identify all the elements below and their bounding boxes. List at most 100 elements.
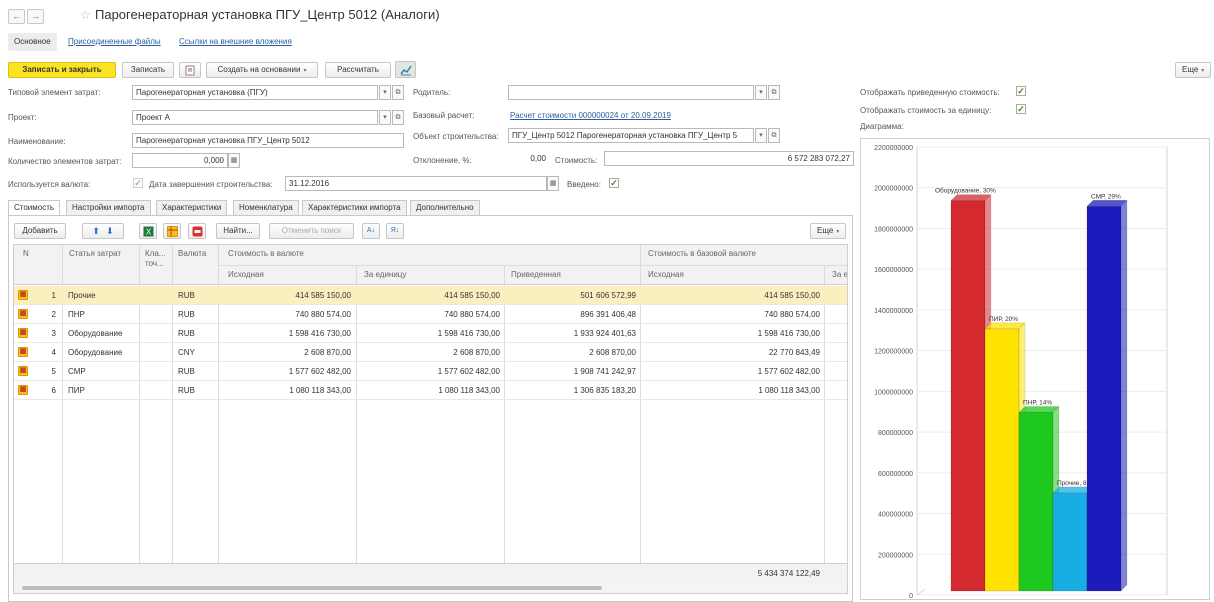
table-row[interactable]: ▦ 5 СМР RUB 1 577 602 482,00 1 577 602 4… <box>14 362 847 381</box>
chevron-down-icon[interactable]: ▾ <box>379 110 391 125</box>
completion-date-field[interactable]: 31.12.2016 <box>285 176 547 191</box>
data-label: СМР, 29% <box>1091 193 1121 200</box>
open-link-icon[interactable]: ⧉ <box>768 128 780 143</box>
tab-additional[interactable]: Дополнительно <box>410 200 480 215</box>
row-n: 3 <box>51 329 56 338</box>
introduced-checkbox[interactable]: ✓ <box>609 178 619 188</box>
save-and-close-button[interactable]: Записать и закрыть <box>8 62 116 78</box>
header-original[interactable]: Исходная <box>228 270 264 279</box>
tab-main[interactable]: Основное <box>8 33 57 51</box>
header-class[interactable]: Кла... <box>145 249 165 258</box>
row-base-original: 740 880 574,00 <box>764 310 820 319</box>
sort-ascending-icon: A↓ <box>366 227 376 234</box>
delete-row-button[interactable] <box>188 223 206 239</box>
cost-bar-chart: 0 200000000 400000000 600000000 800000000 100… <box>874 145 1168 600</box>
row-article: Прочие <box>68 291 96 300</box>
currency-checkbox[interactable]: ✓ <box>133 178 143 188</box>
tab-attached-files[interactable]: Присоединенные файлы <box>62 33 167 51</box>
name-field[interactable]: Парогенераторная установка ПГУ_Центр 501… <box>132 133 404 148</box>
tab-external-links[interactable]: Ссылки на внешние вложения <box>173 33 298 51</box>
tab-nomenclature[interactable]: Номенклатура <box>233 200 299 215</box>
print-button[interactable] <box>179 62 201 78</box>
add-button[interactable]: Добавить <box>14 223 66 239</box>
header-base-per-unit[interactable]: За е <box>832 270 847 279</box>
arrow-down-icon: ⬇ <box>106 226 114 236</box>
cancel-search-button[interactable]: Отменить поиск <box>269 223 354 239</box>
export-excel-button[interactable]: X <box>139 223 157 239</box>
sort-desc-button[interactable]: Я↓ <box>386 223 404 239</box>
table-row[interactable]: ▦ 2 ПНР RUB 740 880 574,00 740 880 574,0… <box>14 305 847 324</box>
save-button[interactable]: Записать <box>122 62 174 78</box>
row-per-unit: 1 577 602 482,00 <box>437 367 500 376</box>
typical-element-label: Типовой элемент затрат: <box>8 88 101 97</box>
row-type-icon: ▦ <box>18 309 28 319</box>
back-button[interactable]: ← <box>8 9 25 24</box>
header-currency[interactable]: Валюта <box>178 249 206 258</box>
table-row[interactable]: ▦ 1 Прочие RUB 414 585 150,00 414 585 15… <box>14 286 847 305</box>
diagram-label: Диаграмма: <box>860 122 904 131</box>
header-base-original[interactable]: Исходная <box>648 270 684 279</box>
move-up-down-button[interactable]: ⬆ ⬇ <box>82 223 124 239</box>
more-button[interactable]: Еще ▾ <box>1175 62 1211 78</box>
deviation-field[interactable]: 0,00 <box>508 151 550 166</box>
header-reduced[interactable]: Приведенная <box>511 270 561 279</box>
open-link-icon[interactable]: ⧉ <box>392 110 404 125</box>
row-original: 2 608 870,00 <box>304 348 351 357</box>
table-more-button[interactable]: Еще ▾ <box>810 223 846 239</box>
row-template-button[interactable] <box>163 223 181 239</box>
open-link-icon[interactable]: ⧉ <box>768 85 780 100</box>
chevron-down-icon[interactable]: ▾ <box>379 85 391 100</box>
chevron-down-icon[interactable]: ▾ <box>755 128 767 143</box>
forward-button[interactable]: → <box>27 9 44 24</box>
header-per-unit[interactable]: За единицу <box>364 270 406 279</box>
document-icon <box>185 65 195 76</box>
row-n: 1 <box>51 291 56 300</box>
header-n[interactable]: N <box>23 249 29 258</box>
bar <box>1086 206 1122 592</box>
header-cost-in-currency[interactable]: Стоимость в валюте <box>228 249 304 258</box>
row-type-icon: ▦ <box>18 366 28 376</box>
object-field[interactable]: ПГУ_Центр 5012 Парогенераторная установк… <box>508 128 754 143</box>
cost-field[interactable]: 6 572 283 072,27 <box>604 151 854 166</box>
project-label: Проект: <box>8 113 37 122</box>
tab-import-characteristics[interactable]: Характеристики импорта <box>302 200 407 215</box>
row-per-unit: 2 608 870,00 <box>453 348 500 357</box>
sort-asc-button[interactable]: A↓ <box>362 223 380 239</box>
row-currency: RUB <box>178 386 195 395</box>
typical-element-field[interactable]: Парогенераторная установка (ПГУ) <box>132 85 378 100</box>
calendar-icon[interactable]: ▦ <box>547 176 559 191</box>
count-field[interactable]: 0,000 <box>132 153 228 168</box>
create-based-on-button[interactable]: Создать на основании ▾ <box>206 62 318 78</box>
show-unit-checkbox[interactable]: ✓ <box>1016 104 1026 114</box>
show-reduced-checkbox[interactable]: ✓ <box>1016 86 1026 96</box>
cost-table[interactable]: N Статья затрат Кла... точ... Валюта Сто… <box>13 244 848 594</box>
chart-toggle-button[interactable] <box>395 61 416 78</box>
chevron-down-icon[interactable]: ▾ <box>755 85 767 100</box>
tab-characteristics[interactable]: Характеристики <box>156 200 228 215</box>
table-row[interactable]: ▦ 6 ПИР RUB 1 080 118 343,00 1 080 118 3… <box>14 381 847 400</box>
parent-field[interactable] <box>508 85 754 100</box>
open-link-icon[interactable]: ⧉ <box>392 85 404 100</box>
data-label: ПНР, 14% <box>1023 399 1052 406</box>
tab-import-settings[interactable]: Настройки импорта <box>66 200 151 215</box>
bar <box>984 328 1020 592</box>
calculator-icon[interactable]: ▦ <box>228 153 240 168</box>
row-currency: RUB <box>178 310 195 319</box>
header-cost-in-base[interactable]: Стоимость в базовой валюте <box>648 249 756 258</box>
data-label: ПИР, 20% <box>989 316 1018 323</box>
horizontal-scrollbar[interactable] <box>14 583 847 593</box>
project-field[interactable]: Проект А <box>132 110 378 125</box>
favorite-star-icon[interactable]: ☆ <box>80 8 91 22</box>
row-per-unit: 414 585 150,00 <box>444 291 500 300</box>
row-article: СМР <box>68 367 86 376</box>
tab-cost[interactable]: Стоимость <box>8 200 61 216</box>
table-row[interactable]: ▦ 4 Оборудование CNY 2 608 870,00 2 608 … <box>14 343 847 362</box>
find-button[interactable]: Найти... <box>216 223 260 239</box>
row-original: 414 585 150,00 <box>295 291 351 300</box>
header-article[interactable]: Статья затрат <box>69 249 121 258</box>
y-tick-label: 2000000000 <box>874 186 913 193</box>
calculate-button[interactable]: Рассчитать <box>325 62 391 78</box>
scrollbar-thumb[interactable] <box>22 586 602 590</box>
table-row[interactable]: ▦ 3 Оборудование RUB 1 598 416 730,00 1 … <box>14 324 847 343</box>
base-calc-link[interactable]: Расчет стоимости 000000024 от 20.09.2019 <box>510 111 671 120</box>
